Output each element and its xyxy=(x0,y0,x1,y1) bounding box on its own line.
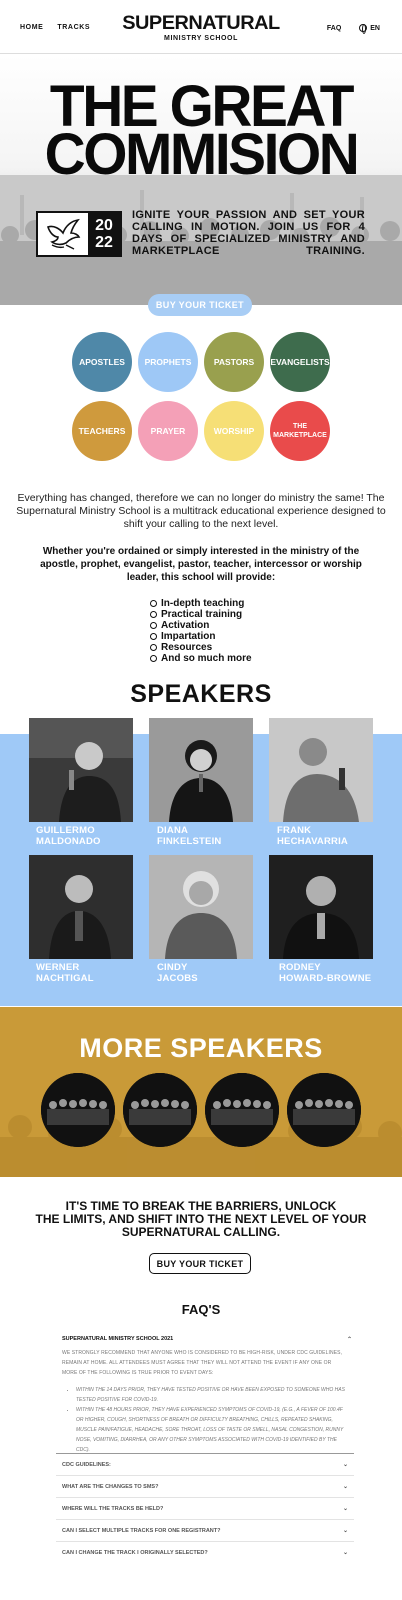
chevron-down-icon: ⌄ xyxy=(342,1462,348,1468)
track-teachers[interactable]: TEACHERS xyxy=(72,401,132,461)
track-evangelists[interactable]: EVANGELISTS xyxy=(270,332,330,392)
logo-subtitle: MINISTRY SCHOOL xyxy=(164,35,238,42)
speaker-photo[interactable] xyxy=(269,855,373,959)
track-apostles[interactable]: APOSTLES xyxy=(72,332,132,392)
dove-icon xyxy=(38,213,88,255)
hero-tagline: IGNITE YOUR PASSION AND SET YOUR CALLING… xyxy=(132,209,365,257)
buy-ticket-button[interactable]: BUY YOUR TICKET xyxy=(149,1253,251,1274)
faq-question: CAN I SELECT MULTIPLE TRACKS FOR ONE REG… xyxy=(62,1527,221,1534)
faq-item[interactable]: CAN I SELECT MULTIPLE TRACKS FOR ONE REG… xyxy=(56,1519,354,1541)
chevron-down-icon: ⌄ xyxy=(342,1550,348,1556)
faq-item[interactable]: CDC GUIDELINES: ⌄ xyxy=(56,1453,354,1475)
speakers-group-photo[interactable] xyxy=(287,1073,361,1147)
speakers-group-photo[interactable] xyxy=(123,1073,197,1147)
faq-item-open[interactable]: SUPERNATURAL MINISTRY SCHOOL 2021 ⌃ xyxy=(62,1336,352,1343)
track-marketplace[interactable]: THE MARKETPLACE xyxy=(270,401,330,461)
chevron-down-icon: ⌄ xyxy=(342,1484,348,1490)
list-item: And so much more xyxy=(150,653,252,664)
chevron-down-icon: ⌄ xyxy=(342,1506,348,1512)
faq-question: CDC GUIDELINES: xyxy=(62,1461,111,1468)
faq-question: SUPERNATURAL MINISTRY SCHOOL 2021 xyxy=(62,1336,174,1342)
logo-title: SUPERNATURAL xyxy=(122,13,280,34)
speaker-photo[interactable] xyxy=(269,718,373,822)
speaker-name: FRANK HECHAVARRIA xyxy=(277,825,348,847)
speaker-photo[interactable] xyxy=(29,855,133,959)
hero-section: THE GREAT COMMISION 20 22 IGNITE YOUR PA… xyxy=(0,55,402,305)
globe-icon xyxy=(359,24,368,34)
faq-item[interactable]: WHERE WILL THE TRACKS BE HELD? ⌄ xyxy=(56,1497,354,1519)
speaker-name: WERNER NACHTIGAL xyxy=(36,962,94,984)
list-item: Impartation xyxy=(150,631,252,642)
track-pastors[interactable]: PASTORS xyxy=(204,332,264,392)
ordained-paragraph: Whether you're ordained or simply intere… xyxy=(40,546,362,583)
speaker-name: CINDY JACOBS xyxy=(157,962,198,984)
badge-year: 20 22 xyxy=(88,213,120,255)
speaker-photo[interactable] xyxy=(149,855,253,959)
speaker-name: DIANA FINKELSTEIN xyxy=(157,825,222,847)
track-worship[interactable]: WORSHIP xyxy=(204,401,264,461)
benefits-list: In-depth teaching Practical training Act… xyxy=(150,598,252,664)
speakers-group-photo[interactable] xyxy=(41,1073,115,1147)
speaker-photo[interactable] xyxy=(149,718,253,822)
hero-title: THE GREAT COMMISION xyxy=(44,74,360,187)
faq-question: WHAT ARE THE CHANGES TO SMS? xyxy=(62,1483,159,1490)
event-badge: 20 22 xyxy=(36,211,122,257)
list-item: Resources xyxy=(150,642,252,653)
speaker-name: RODNEY HOWARD-BROWNE xyxy=(279,962,372,984)
track-prophets[interactable]: PROPHETS xyxy=(138,332,198,392)
site-header: HOME TRACKS SUPERNATURAL MINISTRY SCHOOL… xyxy=(0,0,402,54)
faq-heading: FAQ'S xyxy=(181,1302,221,1317)
faq-answer-bullets: WITHIN THE 14 DAYS PRIOR, THEY HAVE TEST… xyxy=(70,1385,346,1455)
nav-faq[interactable]: FAQ xyxy=(327,25,341,32)
track-prayer[interactable]: PRAYER xyxy=(138,401,198,461)
list-item: Practical training xyxy=(150,609,252,620)
secondary-nav: FAQ EN xyxy=(327,24,380,34)
speaker-photo[interactable] xyxy=(29,718,133,822)
buy-ticket-button[interactable]: BUY YOUR TICKET xyxy=(148,294,252,316)
faq-answer: WE STRONGLY RECOMMEND THAT ANYONE WHO IS… xyxy=(62,1350,343,1376)
intro-paragraph: Everything has changed, therefore we can… xyxy=(16,492,386,530)
faq-question: WHERE WILL THE TRACKS BE HELD? xyxy=(62,1505,164,1512)
cta-heading: IT'S TIME TO BREAK THE BARRIERS, UNLOCK … xyxy=(35,1199,367,1239)
chevron-up-icon: ⌃ xyxy=(346,1337,352,1343)
faq-item[interactable]: CAN I CHANGE THE TRACK I ORIGINALLY SELE… xyxy=(56,1541,354,1563)
language-label: EN xyxy=(370,24,380,32)
speakers-heading: SPEAKERS xyxy=(130,680,272,708)
speakers-group-photo[interactable] xyxy=(205,1073,279,1147)
list-item: WITHIN THE 14 DAYS PRIOR, THEY HAVE TEST… xyxy=(76,1385,346,1405)
language-selector[interactable]: EN xyxy=(359,24,380,34)
more-speakers-heading: MORE SPEAKERS xyxy=(79,1033,323,1063)
faq-question: CAN I CHANGE THE TRACK I ORIGINALLY SELE… xyxy=(62,1549,208,1556)
speaker-name: GUILLERMO MALDONADO xyxy=(36,825,101,847)
list-item: Activation xyxy=(150,620,252,631)
list-item: In-depth teaching xyxy=(150,598,252,609)
chevron-down-icon: ⌄ xyxy=(342,1528,348,1534)
faq-item[interactable]: WHAT ARE THE CHANGES TO SMS? ⌄ xyxy=(56,1475,354,1497)
list-item: WITHIN THE 48 HOURS PRIOR, THEY HAVE EXP… xyxy=(76,1405,346,1455)
